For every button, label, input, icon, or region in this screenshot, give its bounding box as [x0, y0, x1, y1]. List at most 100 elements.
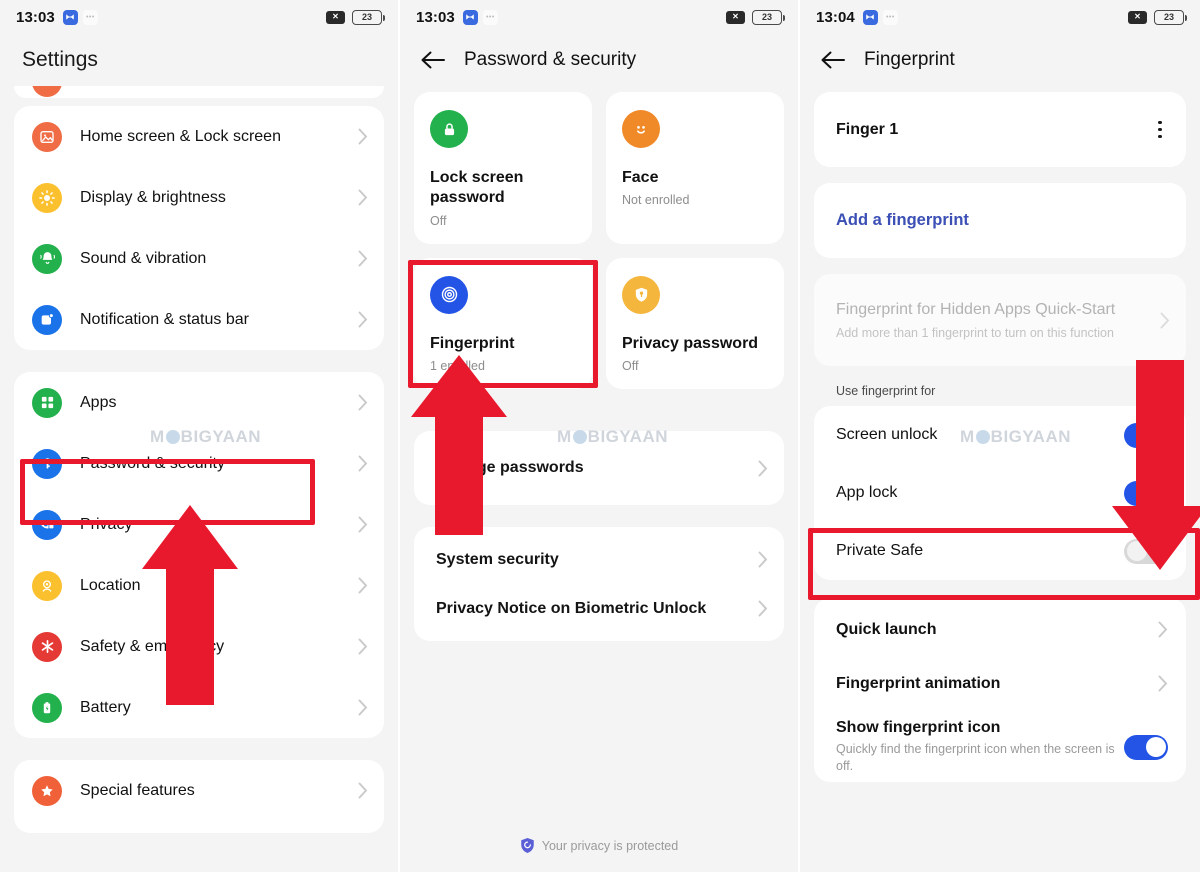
add-fingerprint-label: Add a fingerprint [836, 211, 969, 229]
row-private-safe[interactable]: Private Safe [814, 522, 1186, 580]
battery-level: 23 [761, 12, 772, 22]
sidebar-item-sound-vibration[interactable]: Sound & vibration [14, 228, 384, 289]
mute-icon: ✕ [726, 10, 745, 24]
messaging-icon [462, 9, 478, 25]
status-left-icons: ••• [462, 9, 498, 25]
hidden-apps-quickstart-card: Fingerprint for Hidden Apps Quick-Start … [814, 274, 1186, 366]
row-show-fingerprint-icon[interactable]: Show fingerprint icon Quickly find the f… [814, 712, 1186, 782]
row-label: Privacy Notice on Biometric Unlock [436, 599, 707, 617]
private-safe-toggle[interactable] [1124, 538, 1168, 564]
row-label: App lock [836, 484, 898, 501]
row-finger-1[interactable]: Finger 1 [814, 92, 1186, 167]
sun-icon [32, 182, 62, 213]
bell-icon [32, 243, 62, 274]
tile-subtitle: Not enrolled [622, 193, 690, 208]
sidebar-item-display-brightness[interactable]: Display & brightness [14, 167, 384, 228]
sidebar-item-special-features[interactable]: Special features [14, 760, 384, 821]
item-label: Privacy [80, 515, 133, 533]
settings-group-system: Apps Password & security Privacy Locatio… [14, 372, 384, 738]
messaging-icon [862, 9, 878, 25]
tile-title: Fingerprint [430, 334, 515, 352]
fingerprint-icon [430, 275, 468, 314]
shield-key-icon [622, 275, 660, 314]
sidebar-item-apps[interactable]: Apps [14, 372, 384, 433]
chevron-right-icon [1160, 312, 1170, 328]
sidebar-item-home-lock-screen[interactable]: Home screen & Lock screen [14, 106, 384, 167]
row-fingerprint-animation[interactable]: Fingerprint animation [814, 655, 1186, 712]
row-label: Fingerprint animation [836, 674, 1001, 692]
back-arrow-icon[interactable] [420, 47, 446, 73]
tile-face[interactable]: Face Not enrolled [606, 92, 784, 244]
kebab-menu-icon[interactable] [1152, 115, 1168, 145]
show-fingerprint-icon-toggle[interactable] [1124, 734, 1168, 760]
partial-card-above [14, 86, 384, 98]
emergency-icon [32, 631, 62, 662]
fingerprint-scroll[interactable]: Finger 1 Add a fingerprint Fingerprint f… [800, 86, 1200, 782]
show-icon-text: Show fingerprint icon Quickly find the f… [836, 719, 1124, 775]
chevron-right-icon [358, 782, 368, 799]
panel-settings: 13:03 ••• ✕ 23 Settings Home screen & Lo… [0, 0, 400, 872]
battery-icon [32, 692, 62, 723]
row-add-fingerprint[interactable]: Add a fingerprint [814, 183, 1186, 258]
sidebar-item-safety-emergency[interactable]: Safety & emergency [14, 616, 384, 677]
row-label: Quick launch [836, 620, 937, 638]
sidebar-item-privacy[interactable]: Privacy [14, 494, 384, 555]
row-label: System security [436, 550, 559, 568]
star-icon [32, 775, 62, 806]
settings-group-display: Home screen & Lock screen Display & brig… [14, 106, 384, 350]
app-lock-toggle[interactable] [1124, 480, 1168, 506]
tile-subtitle: Off [430, 213, 447, 228]
privacy-footer: Your privacy is protected [400, 837, 798, 854]
status-bar: 13:03 ••• ✕ 23 [0, 0, 398, 34]
status-time: 13:03 [416, 8, 455, 26]
sidebar-item-location[interactable]: Location [14, 555, 384, 616]
sidebar-item-password-security[interactable]: Password & security [14, 433, 384, 494]
tile-fingerprint[interactable]: Fingerprint 1 enrolled [414, 257, 592, 390]
settings-scroll[interactable]: Home screen & Lock screen Display & brig… [0, 86, 398, 833]
row-app-lock[interactable]: App lock [814, 464, 1186, 522]
tile-privacy-password[interactable]: Privacy password Off [606, 257, 784, 390]
row-privacy-notice-biometric[interactable]: Privacy Notice on Biometric Unlock [414, 584, 784, 641]
item-label: Safety & emergency [80, 637, 225, 655]
privacy-footer-text: Your privacy is protected [541, 838, 679, 853]
tile-title: Face [622, 169, 659, 186]
row-sublabel: Quickly find the fingerprint icon when t… [836, 742, 1115, 773]
item-label: Display & brightness [80, 188, 226, 206]
security-scroll[interactable]: Lock screen password Off Face Not enroll… [400, 86, 798, 642]
shield-icon [521, 838, 534, 853]
finger-list-card: Finger 1 [814, 92, 1186, 167]
screen-unlock-toggle[interactable] [1124, 422, 1168, 448]
more-icon: ••• [882, 9, 898, 25]
tile-title: Lock screen password [430, 169, 524, 207]
sidebar-item-notification-status-bar[interactable]: Notification & status bar [14, 289, 384, 350]
row-manage-passwords[interactable]: Manage passwords [414, 431, 784, 505]
row-screen-unlock[interactable]: Screen unlock [814, 406, 1186, 464]
panel-fingerprint: 13:04 ••• ✕ 23 Fingerprint Finger 1 Add … [800, 0, 1200, 872]
tile-subtitle: Off [622, 359, 639, 374]
notification-icon [32, 304, 62, 335]
status-left-icons: ••• [862, 9, 898, 25]
page-title: Password & security [464, 49, 637, 70]
chevron-right-icon [358, 699, 368, 716]
image-icon [32, 121, 62, 152]
chevron-right-icon [358, 394, 368, 411]
status-bar: 13:03 ••• ✕ 23 [400, 0, 798, 34]
lock-icon [430, 110, 468, 148]
status-right-icons: ✕ 23 [726, 9, 785, 25]
sidebar-item-battery[interactable]: Battery [14, 677, 384, 738]
tile-lock-screen-password[interactable]: Lock screen password Off [414, 92, 592, 244]
item-label: Home screen & Lock screen [80, 127, 281, 145]
privacy-eye-icon [32, 509, 62, 540]
chevron-right-icon [1158, 675, 1168, 692]
row-quick-launch[interactable]: Quick launch [814, 598, 1186, 655]
security-tiles-row-2: Fingerprint 1 enrolled Privacy password … [414, 257, 784, 390]
item-label: Notification & status bar [80, 310, 249, 328]
hidden-apps-text: Fingerprint for Hidden Apps Quick-Start … [836, 300, 1160, 341]
item-label: Special features [80, 781, 195, 799]
status-right-icons: ✕ 23 [1128, 9, 1187, 25]
chevron-right-icon [358, 577, 368, 594]
back-arrow-icon[interactable] [820, 47, 846, 73]
row-system-security[interactable]: System security [414, 527, 784, 584]
more-icon: ••• [482, 9, 498, 25]
chevron-right-icon [358, 128, 368, 145]
